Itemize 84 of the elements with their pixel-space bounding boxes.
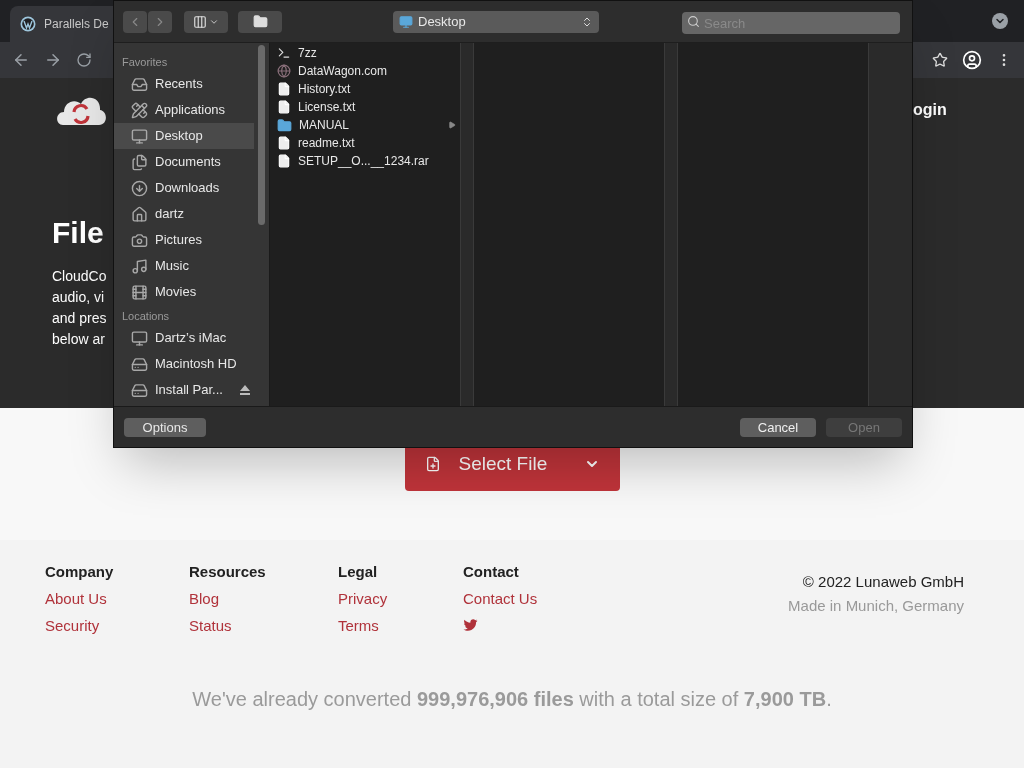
footer-heading: Company bbox=[45, 562, 115, 582]
terminal-icon bbox=[277, 46, 291, 60]
folder-plus-icon bbox=[252, 14, 268, 29]
wordpress-logo-icon bbox=[20, 16, 36, 32]
expand-arrow-icon bbox=[448, 121, 456, 129]
file-item[interactable]: MANUAL bbox=[270, 116, 460, 134]
new-folder-button[interactable] bbox=[238, 10, 282, 33]
login-link[interactable]: ogin bbox=[913, 101, 947, 118]
file-item[interactable]: License.txt bbox=[270, 98, 460, 116]
cancel-button[interactable]: Cancel bbox=[740, 417, 816, 437]
intro-text-line: audio, vi bbox=[52, 288, 106, 307]
eject-icon[interactable] bbox=[240, 385, 250, 395]
columns-icon bbox=[193, 14, 207, 29]
back-icon[interactable] bbox=[12, 51, 30, 69]
sidebar-item[interactable]: dartz bbox=[114, 201, 254, 227]
download-icon bbox=[131, 179, 148, 197]
house-icon bbox=[131, 205, 148, 223]
sidebar-item[interactable]: Music bbox=[114, 253, 254, 279]
forward-icon[interactable] bbox=[44, 51, 62, 69]
file-plus-icon bbox=[424, 455, 441, 473]
file-item[interactable]: 7zz bbox=[270, 44, 460, 62]
document-icon bbox=[277, 82, 291, 96]
footer-link[interactable]: Status bbox=[189, 616, 338, 636]
profile-icon[interactable] bbox=[962, 50, 982, 70]
back-button[interactable] bbox=[123, 10, 147, 33]
reload-icon[interactable] bbox=[76, 52, 92, 68]
search-icon bbox=[687, 14, 700, 28]
document-icon bbox=[277, 154, 291, 168]
tab-title: Parallels De bbox=[44, 16, 109, 33]
tab-search-button[interactable] bbox=[992, 13, 1008, 29]
documents-icon bbox=[131, 153, 148, 171]
bookmark-star-icon[interactable] bbox=[932, 52, 948, 68]
footer-link[interactable]: Contact Us bbox=[463, 589, 603, 609]
monitor-icon bbox=[131, 329, 148, 347]
globe-icon bbox=[277, 64, 291, 78]
sidebar-section-title: Favorites bbox=[121, 55, 169, 70]
intro-text-line: CloudCo bbox=[52, 267, 108, 286]
view-mode-button[interactable] bbox=[184, 10, 228, 33]
footer-link[interactable]: Security bbox=[45, 616, 189, 636]
intro-text-line: and pres bbox=[52, 309, 108, 328]
sidebar-item[interactable]: Install Par... bbox=[114, 377, 254, 403]
monitor-icon bbox=[399, 14, 413, 29]
sidebar-item[interactable]: Applications bbox=[114, 97, 254, 123]
footer-link[interactable]: About Us bbox=[45, 589, 189, 609]
intro-text-line: below ar bbox=[52, 330, 106, 349]
footer-heading: Resources bbox=[189, 562, 267, 582]
sidebar-item[interactable]: Pictures bbox=[114, 227, 254, 253]
footer-link[interactable]: Terms bbox=[338, 616, 463, 636]
file-item[interactable]: DataWagon.com bbox=[270, 62, 460, 80]
stats-text: We've already converted 999,976,906 files with a total size of 7,900 TB. bbox=[191, 687, 833, 712]
footer-heading: Legal bbox=[338, 562, 379, 582]
sidebar-item[interactable]: Downloads bbox=[114, 175, 254, 201]
footer-link[interactable]: Privacy bbox=[338, 589, 463, 609]
drive-icon bbox=[131, 381, 148, 399]
monitor-icon bbox=[131, 127, 148, 145]
sidebar-item[interactable]: Dartz’s iMac bbox=[114, 325, 254, 351]
sidebar-section-title: Locations bbox=[121, 309, 171, 324]
footer-link[interactable]: Blog bbox=[189, 589, 338, 609]
tray-icon bbox=[131, 75, 148, 93]
sidebar-item[interactable]: Recents bbox=[114, 71, 254, 97]
camera-icon bbox=[131, 231, 148, 249]
sidebar-item[interactable]: Desktop bbox=[114, 123, 254, 149]
up-down-caret-icon bbox=[581, 15, 593, 28]
file-item[interactable]: readme.txt bbox=[270, 134, 460, 152]
sidebar-item[interactable]: Documents bbox=[114, 149, 254, 175]
forward-button[interactable] bbox=[148, 10, 172, 33]
file-item[interactable]: SETUP__O...__1234.rar bbox=[270, 152, 460, 170]
document-icon bbox=[277, 136, 291, 150]
ruler-pencil-icon bbox=[131, 101, 148, 119]
footer-heading: Contact bbox=[463, 562, 520, 582]
music-note-icon bbox=[131, 257, 148, 275]
page-heading: File bbox=[52, 218, 105, 248]
file-item[interactable]: History.txt bbox=[270, 80, 460, 98]
hard-drive-icon bbox=[131, 355, 148, 373]
made-in-text: Made in Munich, Germany bbox=[788, 595, 964, 616]
bird-icon[interactable] bbox=[463, 618, 478, 632]
sidebar-item[interactable]: Movies bbox=[114, 279, 254, 305]
sidebar-item[interactable]: Macintosh HD bbox=[114, 351, 254, 377]
options-button[interactable]: Options bbox=[124, 417, 206, 437]
copyright-text: © 2022 Lunaweb GmbH bbox=[802, 572, 964, 592]
document-icon bbox=[277, 100, 291, 114]
location-dropdown[interactable]: Desktop bbox=[393, 10, 599, 33]
film-icon bbox=[131, 283, 148, 301]
folder-icon bbox=[277, 117, 292, 133]
